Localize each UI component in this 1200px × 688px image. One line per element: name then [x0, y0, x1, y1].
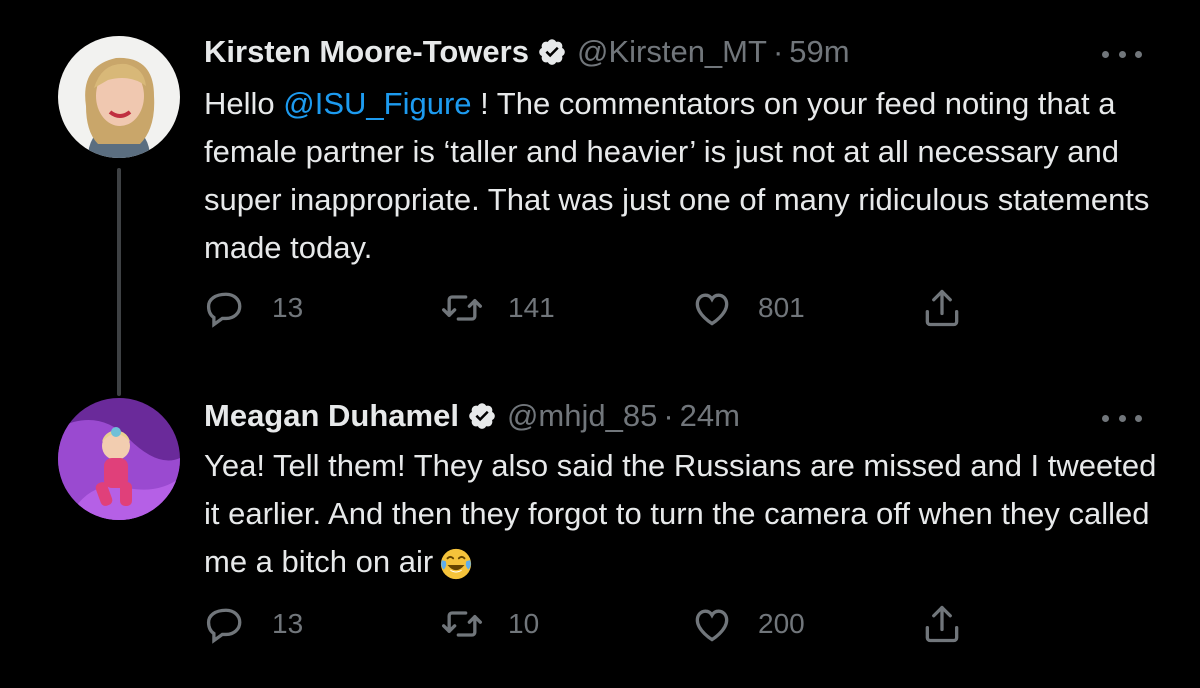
reply-icon [206, 608, 242, 644]
more-options-icon[interactable] [1102, 44, 1142, 64]
verified-badge-icon [539, 39, 565, 65]
retweet-icon [442, 295, 482, 321]
share-icon [925, 289, 959, 327]
like-count: 801 [758, 292, 805, 323]
retweet-count: 10 [508, 608, 540, 639]
timestamp[interactable]: 59m [789, 34, 849, 70]
author-handle[interactable]: @mhjd_85 [507, 398, 657, 434]
avatar[interactable] [58, 398, 180, 520]
share-button[interactable] [920, 602, 964, 646]
tweet-text-content: Yea! Tell them! They also said the Russi… [204, 448, 1157, 579]
tweet-text: Hello @ISU_Figure ! The commentators on … [204, 80, 1164, 272]
author-name[interactable]: Meagan Duhamel [204, 398, 459, 434]
heart-icon [695, 609, 729, 642]
retweet-icon [442, 611, 482, 637]
timestamp[interactable]: 24m [680, 398, 740, 434]
reply-button[interactable]: 13 [204, 602, 303, 646]
tweet-text-start: Hello [204, 86, 284, 121]
tweet-meagan[interactable]: Meagan Duhamel @mhjd_85 · 24m Yea! Tell … [0, 380, 1200, 688]
avatar[interactable] [58, 36, 180, 158]
separator-dot: · [772, 34, 784, 69]
more-options-icon[interactable] [1102, 408, 1142, 428]
tweet-text: Yea! Tell them! They also said the Russi… [204, 442, 1164, 586]
reply-count: 13 [272, 608, 304, 639]
avatar-image [58, 36, 180, 158]
author-name[interactable]: Kirsten Moore-Towers [204, 34, 529, 70]
tweet-header: Kirsten Moore-Towers @Kirsten_MT · 59m [204, 30, 850, 74]
retweet-count: 141 [508, 292, 555, 323]
retweet-button[interactable]: 141 [440, 286, 555, 330]
like-button[interactable]: 801 [690, 286, 805, 330]
verified-badge-icon [469, 403, 495, 429]
mention-link[interactable]: @ISU_Figure [283, 86, 471, 121]
tweet-kirsten[interactable]: Kirsten Moore-Towers @Kirsten_MT · 59m H… [0, 0, 1200, 360]
reply-button[interactable]: 13 [204, 286, 303, 330]
reply-icon [206, 292, 242, 328]
tweet-actions: 13 10 200 [0, 602, 1200, 646]
face-with-tears-of-joy-icon [441, 548, 472, 579]
like-button[interactable]: 200 [690, 602, 805, 646]
author-handle[interactable]: @Kirsten_MT [577, 34, 767, 70]
heart-icon [695, 293, 729, 326]
share-button[interactable] [920, 286, 964, 330]
avatar-image [58, 398, 180, 520]
retweet-button[interactable]: 10 [440, 602, 539, 646]
tweet-actions: 13 141 801 [0, 286, 1200, 330]
like-count: 200 [758, 608, 805, 639]
reply-count: 13 [272, 292, 304, 323]
tweet-header: Meagan Duhamel @mhjd_85 · 24m [204, 394, 740, 438]
share-icon [925, 605, 959, 643]
separator-dot: · [663, 398, 674, 433]
